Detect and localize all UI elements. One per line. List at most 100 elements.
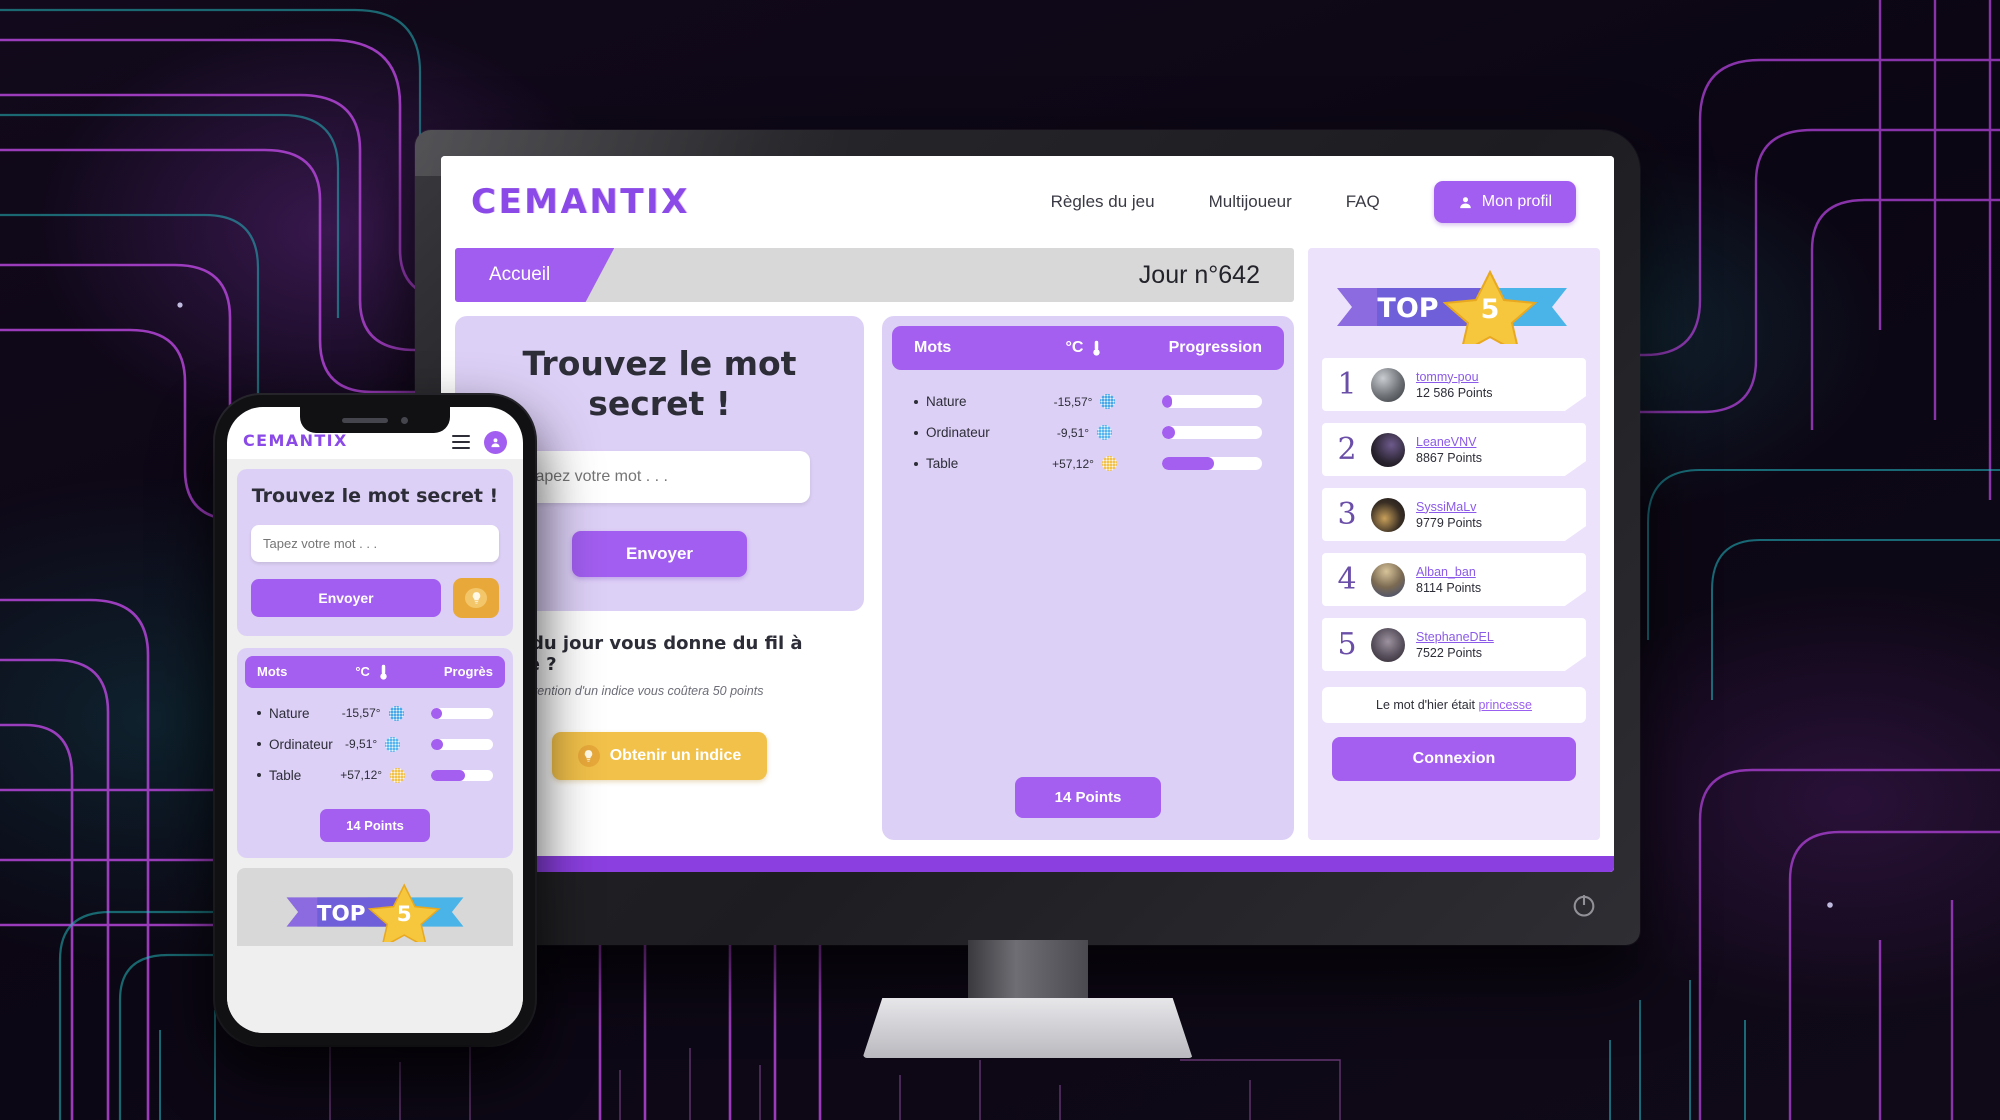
word-label: Ordinateur (269, 736, 333, 752)
phone-hint-button[interactable] (453, 577, 499, 618)
list-item[interactable]: 4 Alban_ban 8114 Points (1322, 553, 1586, 606)
table-row: Table +57,12° (914, 448, 1262, 479)
get-hint-button[interactable]: Obtenir un indice (551, 731, 768, 780)
phone-send-button[interactable]: Envoyer (251, 578, 441, 617)
phone-word-input[interactable] (251, 524, 499, 562)
power-icon[interactable] (1570, 891, 1598, 919)
svg-text:TOP: TOP (317, 901, 366, 926)
table-row: Nature -15,57° (914, 386, 1262, 417)
player-points: 8114 Points (1416, 580, 1482, 595)
player-points: 8867 Points (1416, 450, 1483, 465)
col-header-degree: °C (1032, 339, 1136, 357)
table-row: Nature -15,57° (257, 698, 493, 729)
user-icon (491, 437, 500, 447)
tab-bar: Accueil Jour n°642 (455, 248, 1294, 302)
phone-points-button[interactable]: 14 Points (320, 808, 430, 842)
progress-bar (430, 769, 493, 781)
col-header-degree: °C (337, 664, 408, 680)
bullet-icon (257, 773, 261, 778)
login-button[interactable]: Connexion (1332, 737, 1576, 781)
bullet-icon (257, 742, 261, 747)
temp-cell: -9,51° (337, 736, 408, 752)
word-cell: Nature (257, 706, 337, 721)
player-name[interactable]: Alban_ban (1416, 565, 1481, 579)
desktop-monitor: CEMANTIX Règles du jeu Multijoueur FAQ M… (415, 130, 1640, 1058)
site-logo[interactable]: CEMANTIX (471, 182, 690, 222)
progress-bar (1161, 395, 1262, 408)
bullet-icon (914, 399, 918, 404)
temp-dot-icon (1101, 456, 1117, 471)
phone-avatar-icon[interactable] (484, 430, 507, 454)
avatar (1371, 497, 1405, 532)
user-icon (1459, 196, 1471, 208)
phone-logo[interactable]: CEMANTIX (243, 431, 348, 450)
player-name[interactable]: SyssiMaLv (1416, 500, 1482, 514)
cemantix-website: CEMANTIX Règles du jeu Multijoueur FAQ M… (441, 156, 1614, 872)
rank-number: 3 (1337, 497, 1357, 532)
col-header-progress: Progrès (443, 664, 493, 680)
word-cell: Table (257, 768, 337, 783)
progress-bar (1161, 426, 1262, 439)
temp-value: +57,12° (1052, 456, 1094, 471)
word-cell: Ordinateur (914, 425, 1032, 440)
words-table-header: Mots °C Progression (892, 326, 1284, 370)
progress-bar (430, 738, 493, 750)
player-name[interactable]: tommy-pou (1416, 370, 1492, 384)
col-header-degree-label: °C (1065, 339, 1084, 356)
temp-dot-icon (1100, 394, 1116, 409)
progress-cell (408, 769, 493, 781)
temp-value: -15,57° (341, 706, 381, 721)
top5-banner: TOP 5 (1322, 269, 1586, 355)
main-column: Accueil Jour n°642 Trouvez le mot secret… (455, 248, 1294, 840)
temp-dot-icon (385, 736, 401, 752)
points-button[interactable]: 14 Points (1014, 777, 1162, 818)
progress-cell (1137, 395, 1262, 408)
nav-link-multijoueur[interactable]: Multijoueur (1209, 192, 1292, 212)
send-button[interactable]: Envoyer (571, 530, 748, 577)
table-row: Ordinateur -9,51° (257, 729, 493, 760)
top-banner-text: TOP (1377, 293, 1438, 324)
table-row: Table +57,12° (257, 760, 493, 791)
game-grid: Trouvez le mot secret ! Envoyer Le mot d… (455, 302, 1294, 840)
progress-bar (430, 707, 493, 719)
phone-body: Trouvez le mot secret ! Envoyer Mots °C (227, 459, 523, 1033)
list-item[interactable]: 1 tommy-pou 12 586 Points (1322, 358, 1586, 411)
temp-value: -15,57° (1053, 394, 1093, 409)
progress-cell (408, 738, 493, 750)
player-points: 9779 Points (1416, 515, 1483, 530)
thermometer-icon (1093, 340, 1101, 356)
progress-cell (1137, 457, 1262, 470)
temp-value: -9,51° (1056, 425, 1090, 440)
hamburger-menu-icon[interactable] (452, 434, 470, 450)
rank-number: 4 (1337, 562, 1357, 597)
avatar (1371, 367, 1405, 402)
nav-link-regles[interactable]: Règles du jeu (1051, 192, 1155, 212)
nav-link-faq[interactable]: FAQ (1346, 192, 1380, 212)
temp-cell: -15,57° (337, 705, 408, 721)
profile-button[interactable]: Mon profil (1433, 181, 1576, 223)
temp-dot-icon (388, 705, 404, 721)
word-label: Table (269, 767, 302, 783)
day-counter: Jour n°642 (1138, 260, 1260, 289)
tab-accueil[interactable]: Accueil (455, 248, 615, 302)
word-cell: Ordinateur (257, 737, 337, 752)
yesterday-word[interactable]: princesse (1478, 698, 1532, 712)
progress-cell (1137, 426, 1262, 439)
monitor-neck (967, 940, 1088, 1002)
word-input[interactable] (509, 450, 810, 503)
player-points: 12 586 Points (1416, 385, 1493, 400)
col-header-word: Mots (914, 339, 952, 356)
player-name[interactable]: LeaneVNV (1416, 435, 1482, 449)
list-item[interactable]: 5 StephaneDEL 7522 Points (1322, 618, 1586, 671)
yesterday-word-box: Le mot d'hier était princesse (1322, 687, 1586, 723)
temp-cell: -15,57° (1032, 394, 1136, 409)
list-item[interactable]: 2 LeaneVNV 8867 Points (1322, 423, 1586, 476)
list-item[interactable]: 3 SyssiMaLv 9779 Points (1322, 488, 1586, 541)
player-name[interactable]: StephaneDEL (1416, 630, 1494, 644)
yesterday-prefix: Le mot d'hier était (1376, 698, 1479, 712)
phone-top5-banner: TOP 5 (237, 867, 513, 946)
word-cell: Table (914, 456, 1032, 471)
word-label: Table (926, 456, 959, 471)
temp-cell: +57,12° (1032, 456, 1136, 471)
temp-dot-icon (390, 767, 406, 783)
